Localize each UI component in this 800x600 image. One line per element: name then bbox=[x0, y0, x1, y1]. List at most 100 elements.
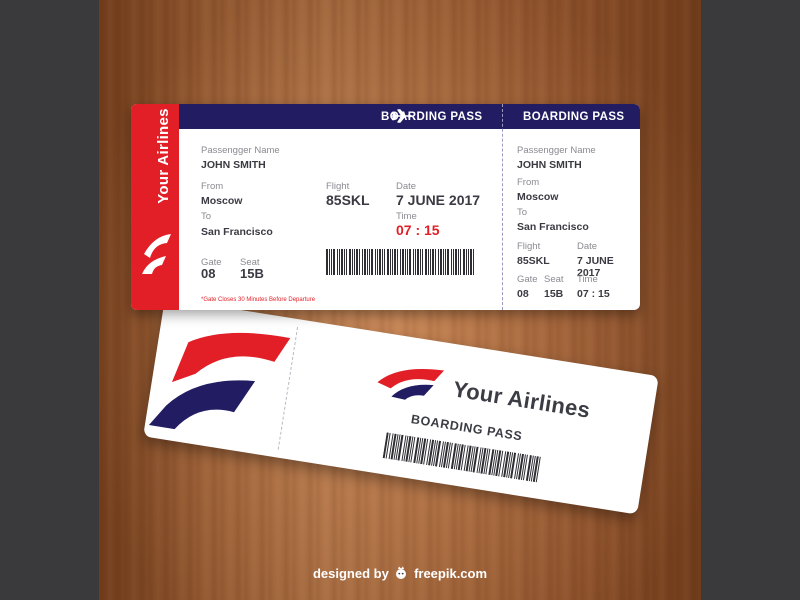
barcode-bar bbox=[326, 249, 328, 275]
barcode-bar bbox=[468, 249, 469, 275]
stub-seat-value: 15B bbox=[544, 288, 564, 300]
stub-time-label: Time bbox=[577, 274, 598, 285]
stub-to-value: San Francisco bbox=[517, 221, 589, 233]
barcode-bar bbox=[356, 249, 358, 275]
barcode-bar bbox=[428, 249, 429, 275]
barcode-bar bbox=[344, 249, 345, 275]
seat-value: 15B bbox=[240, 266, 264, 281]
stub-from-value: Moscow bbox=[517, 191, 559, 203]
credit-site: freepik.com bbox=[414, 566, 488, 581]
credit-footer: designed by freepik.com bbox=[0, 566, 800, 581]
stub-from-label: From bbox=[517, 177, 540, 188]
flight-label: Flight bbox=[326, 181, 350, 192]
barcode-bar bbox=[470, 249, 472, 275]
barcode-bar bbox=[466, 249, 467, 275]
date-value: 7 JUNE 2017 bbox=[396, 192, 481, 208]
boarding-pass-front: Your Airlines BOARDING PASS BOARDING PAS… bbox=[131, 104, 640, 310]
date-label: Date bbox=[396, 181, 417, 192]
barcode-bar bbox=[402, 249, 404, 275]
ticket-header: BOARDING PASS BOARDING PASS bbox=[179, 104, 640, 129]
stub-gate-value: 08 bbox=[517, 288, 529, 300]
gate-closes-note: *Gate Closes 30 Minutes Before Departure bbox=[201, 297, 316, 303]
barcode-bar bbox=[463, 249, 465, 275]
barcode-bar bbox=[337, 249, 338, 275]
stub-flight-value: 85SKL bbox=[517, 255, 550, 267]
barcode-icon bbox=[326, 249, 474, 275]
barcode-bar bbox=[405, 249, 406, 275]
barcode-bar bbox=[400, 249, 401, 275]
stub-time-value: 07 : 15 bbox=[577, 288, 610, 300]
barcode-bar bbox=[455, 249, 457, 275]
barcode-bar bbox=[453, 249, 454, 275]
barcode-bar bbox=[369, 249, 370, 275]
stub-passenger-label: Passengger Name bbox=[517, 145, 596, 156]
barcode-bar bbox=[417, 249, 419, 275]
time-label: Time bbox=[396, 211, 417, 222]
from-label: From bbox=[201, 181, 224, 192]
barcode-bar bbox=[387, 249, 389, 275]
stub-date-label: Date bbox=[577, 241, 598, 252]
barcode-bar bbox=[384, 249, 385, 275]
barcode-bar bbox=[409, 249, 411, 275]
barcode-bar bbox=[362, 249, 363, 275]
barcode-bar bbox=[375, 249, 376, 275]
barcode-bar bbox=[349, 249, 351, 275]
barcode-bar bbox=[420, 249, 421, 275]
barcode-bar bbox=[473, 249, 474, 275]
barcode-bar bbox=[445, 249, 446, 275]
barcode-bar bbox=[333, 249, 335, 275]
barcode-bar bbox=[443, 249, 444, 275]
barcode-bar bbox=[364, 249, 366, 275]
to-label: To bbox=[201, 211, 212, 222]
barcode-bar bbox=[460, 249, 461, 275]
barcode-bar bbox=[447, 249, 449, 275]
barcode-bar bbox=[422, 249, 423, 275]
passenger-label: Passengger Name bbox=[201, 145, 280, 156]
to-value: San Francisco bbox=[201, 226, 273, 238]
airline-logo-icon bbox=[377, 368, 445, 400]
back-logo: Your Airlines bbox=[367, 357, 593, 429]
back-stub-logo bbox=[143, 298, 298, 457]
stub-seat-label: Seat bbox=[544, 274, 564, 285]
back-brand-name: Your Airlines bbox=[451, 376, 592, 423]
barcode-bar bbox=[425, 249, 427, 275]
stub-passenger-name: JOHN SMITH bbox=[517, 159, 582, 171]
gate-value: 08 bbox=[201, 266, 216, 281]
barcode-bar bbox=[352, 249, 353, 275]
barcode-bar bbox=[390, 249, 391, 275]
passenger-name: JOHN SMITH bbox=[201, 159, 266, 171]
barcode-bar bbox=[346, 249, 347, 275]
red-side-band: Your Airlines bbox=[131, 104, 179, 310]
barcode-bar bbox=[438, 249, 439, 275]
barcode-bar bbox=[367, 249, 368, 275]
time-value: 07 : 15 bbox=[396, 222, 440, 238]
freepik-logo-icon bbox=[396, 566, 407, 579]
barcode-bar bbox=[377, 249, 378, 275]
side-brand-name: Your Airlines bbox=[155, 108, 172, 204]
barcode-bar bbox=[430, 249, 431, 275]
barcode-bar bbox=[341, 249, 343, 275]
barcode-bar bbox=[451, 249, 452, 275]
barcode-bar bbox=[339, 249, 340, 275]
stub-header-boarding-pass: BOARDING PASS bbox=[523, 111, 625, 123]
flight-value: 85SKL bbox=[326, 192, 370, 208]
barcode-bar bbox=[415, 249, 416, 275]
stub-gate-label: Gate bbox=[517, 274, 538, 285]
barcode-bar bbox=[407, 249, 408, 275]
barcode-bar bbox=[382, 249, 383, 275]
barcode-bar bbox=[354, 249, 355, 275]
stub-flight-label: Flight bbox=[517, 241, 541, 252]
barcode-bar bbox=[435, 249, 436, 275]
barcode-bar bbox=[432, 249, 434, 275]
barcode-bar bbox=[329, 249, 330, 275]
barcode-bar bbox=[440, 249, 442, 275]
stub-to-label: To bbox=[517, 207, 528, 218]
perforation-line bbox=[502, 104, 503, 310]
header-boarding-pass: BOARDING PASS bbox=[381, 111, 483, 123]
barcode-bar bbox=[458, 249, 459, 275]
barcode-bar bbox=[397, 249, 398, 275]
credit-prefix: designed by bbox=[312, 566, 389, 581]
barcode-bar bbox=[371, 249, 373, 275]
barcode-bar bbox=[394, 249, 396, 275]
from-value: Moscow bbox=[201, 195, 243, 207]
